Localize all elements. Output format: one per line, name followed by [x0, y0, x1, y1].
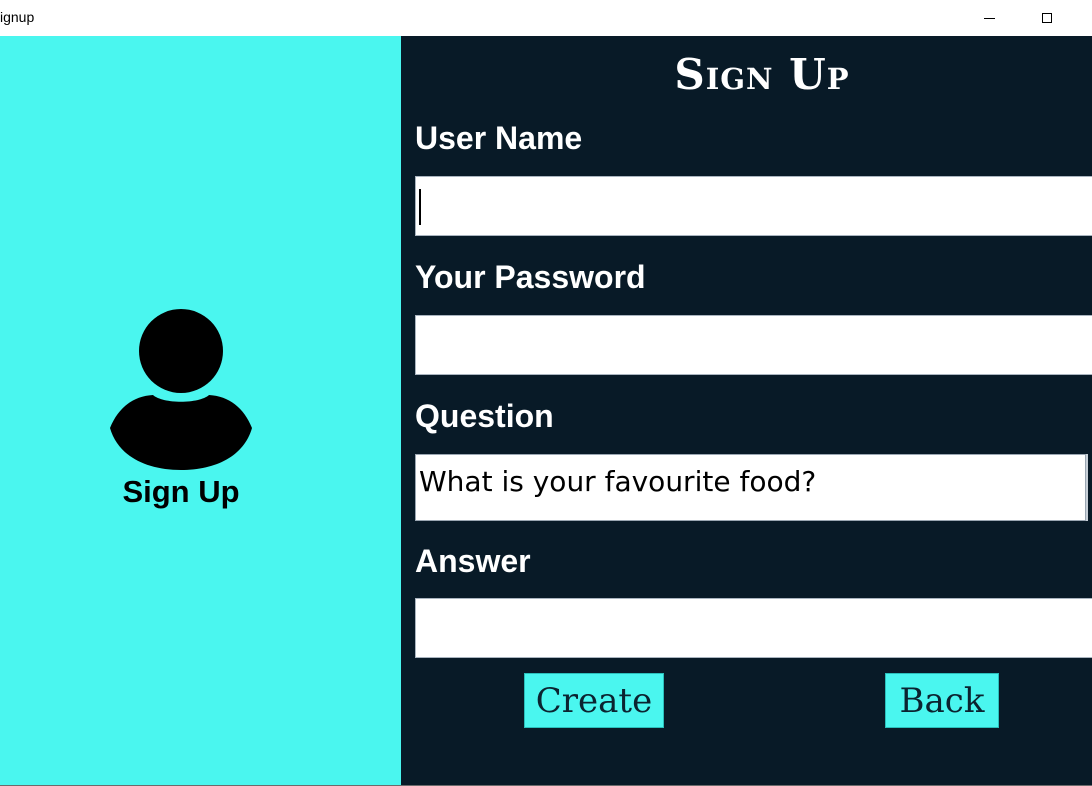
answer-input[interactable] [415, 598, 1092, 658]
maximize-button[interactable] [1024, 0, 1070, 36]
minimize-icon [983, 17, 995, 19]
text-caret [419, 189, 421, 225]
title-bar: ignup [0, 0, 1092, 36]
answer-label: Answer [415, 543, 531, 579]
maximize-icon [1042, 13, 1052, 23]
question-label: Question [415, 398, 554, 434]
back-button[interactable]: Back [885, 673, 999, 728]
question-selected-value: What is your favourite food? [419, 465, 817, 498]
user-avatar-icon [110, 309, 252, 470]
password-input[interactable] [415, 315, 1092, 375]
question-dropdown-edge[interactable] [1086, 454, 1088, 521]
minimize-button[interactable] [966, 0, 1012, 36]
password-label: Your Password [415, 259, 646, 295]
username-input[interactable] [415, 176, 1092, 236]
create-button[interactable]: Create [524, 673, 664, 728]
form-title: Sign Up [674, 50, 850, 99]
username-label: User Name [415, 120, 583, 156]
left-caption: Sign Up [122, 474, 240, 509]
question-select[interactable]: What is your favourite food? [415, 454, 1086, 521]
left-panel: Sign Up [0, 36, 401, 785]
signup-form: Sign Up User Name Your Password Question… [401, 36, 1092, 785]
window-title: ignup [0, 9, 35, 25]
